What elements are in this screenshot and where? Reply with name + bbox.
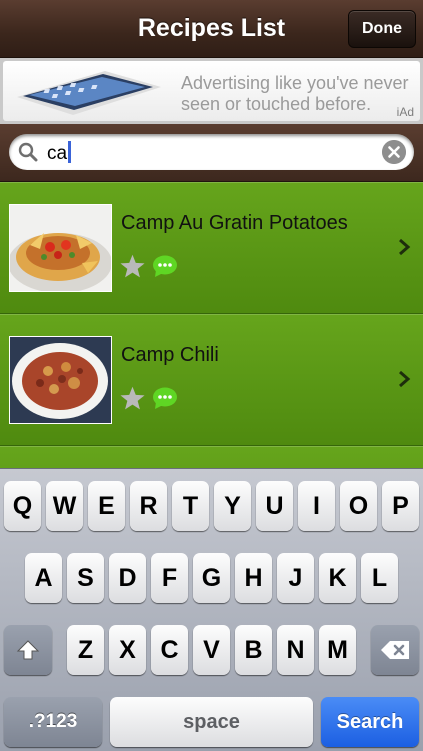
comment-icon[interactable] xyxy=(152,386,178,410)
ad-text-line1: Advertising like you've never xyxy=(181,73,409,93)
key-x[interactable]: X xyxy=(109,625,146,675)
key-p[interactable]: P xyxy=(382,481,419,531)
backspace-icon xyxy=(381,641,409,659)
key-j[interactable]: J xyxy=(277,553,314,603)
key-f[interactable]: F xyxy=(151,553,188,603)
key-e[interactable]: E xyxy=(88,481,125,531)
chevron-right-icon xyxy=(399,238,411,256)
chevron-right-icon xyxy=(399,370,411,388)
ad-content[interactable]: Advertising like you've never seen or to… xyxy=(3,61,420,121)
search-icon xyxy=(18,142,38,162)
recipe-list: Camp Au Gratin Potatoes Camp Chili xyxy=(0,182,423,578)
search-bar: ca xyxy=(0,124,423,182)
list-item[interactable]: Camp Au Gratin Potatoes xyxy=(0,182,423,314)
key-u[interactable]: U xyxy=(256,481,293,531)
star-icon[interactable] xyxy=(119,385,146,412)
recipe-thumbnail xyxy=(9,336,112,424)
key-n[interactable]: N xyxy=(277,625,314,675)
key-a[interactable]: A xyxy=(25,553,62,603)
key-s[interactable]: S xyxy=(67,553,104,603)
star-icon[interactable] xyxy=(119,253,146,280)
key-k[interactable]: K xyxy=(319,553,356,603)
key-l[interactable]: L xyxy=(361,553,398,603)
shift-arrow-icon xyxy=(16,640,40,660)
key-z[interactable]: Z xyxy=(67,625,104,675)
ipad-image xyxy=(17,71,161,115)
ad-banner[interactable]: Advertising like you've never seen or to… xyxy=(0,58,423,124)
key-r[interactable]: R xyxy=(130,481,167,531)
delete-key[interactable] xyxy=(371,625,419,675)
key-m[interactable]: M xyxy=(319,625,356,675)
key-b[interactable]: B xyxy=(235,625,272,675)
ad-text-line2: seen or touched before. xyxy=(181,94,372,114)
clear-search-icon[interactable] xyxy=(382,140,406,164)
ad-text: Advertising like you've never seen or to… xyxy=(181,73,417,115)
key-h[interactable]: H xyxy=(235,553,272,603)
done-button[interactable]: Done xyxy=(348,10,416,48)
comment-icon[interactable] xyxy=(152,254,178,278)
search-key[interactable]: Search xyxy=(321,697,419,747)
search-input-value: ca xyxy=(47,141,72,165)
navigation-bar: Recipes List Done xyxy=(0,0,423,58)
text-cursor xyxy=(68,141,72,163)
key-t[interactable]: T xyxy=(172,481,209,531)
key-c[interactable]: C xyxy=(151,625,188,675)
key-q[interactable]: Q xyxy=(4,481,41,531)
key-w[interactable]: W xyxy=(46,481,83,531)
recipe-thumbnail xyxy=(9,204,112,292)
space-key[interactable]: space xyxy=(110,697,313,747)
key-g[interactable]: G xyxy=(193,553,230,603)
list-item[interactable]: Camp Chili xyxy=(0,314,423,446)
numbers-key[interactable]: .?123 xyxy=(4,697,102,747)
recipe-title: Camp Chili xyxy=(121,344,219,366)
key-d[interactable]: D xyxy=(109,553,146,603)
search-text: ca xyxy=(47,143,68,164)
keyboard: Q W E R T Y U I O P A S D F G H J K L Z … xyxy=(0,468,423,751)
shift-key[interactable] xyxy=(4,625,52,675)
iad-mark: iAd xyxy=(396,105,414,119)
key-o[interactable]: O xyxy=(340,481,377,531)
search-input[interactable]: ca xyxy=(9,134,414,170)
key-i[interactable]: I xyxy=(298,481,335,531)
key-y[interactable]: Y xyxy=(214,481,251,531)
key-v[interactable]: V xyxy=(193,625,230,675)
recipe-title: Camp Au Gratin Potatoes xyxy=(121,212,348,234)
